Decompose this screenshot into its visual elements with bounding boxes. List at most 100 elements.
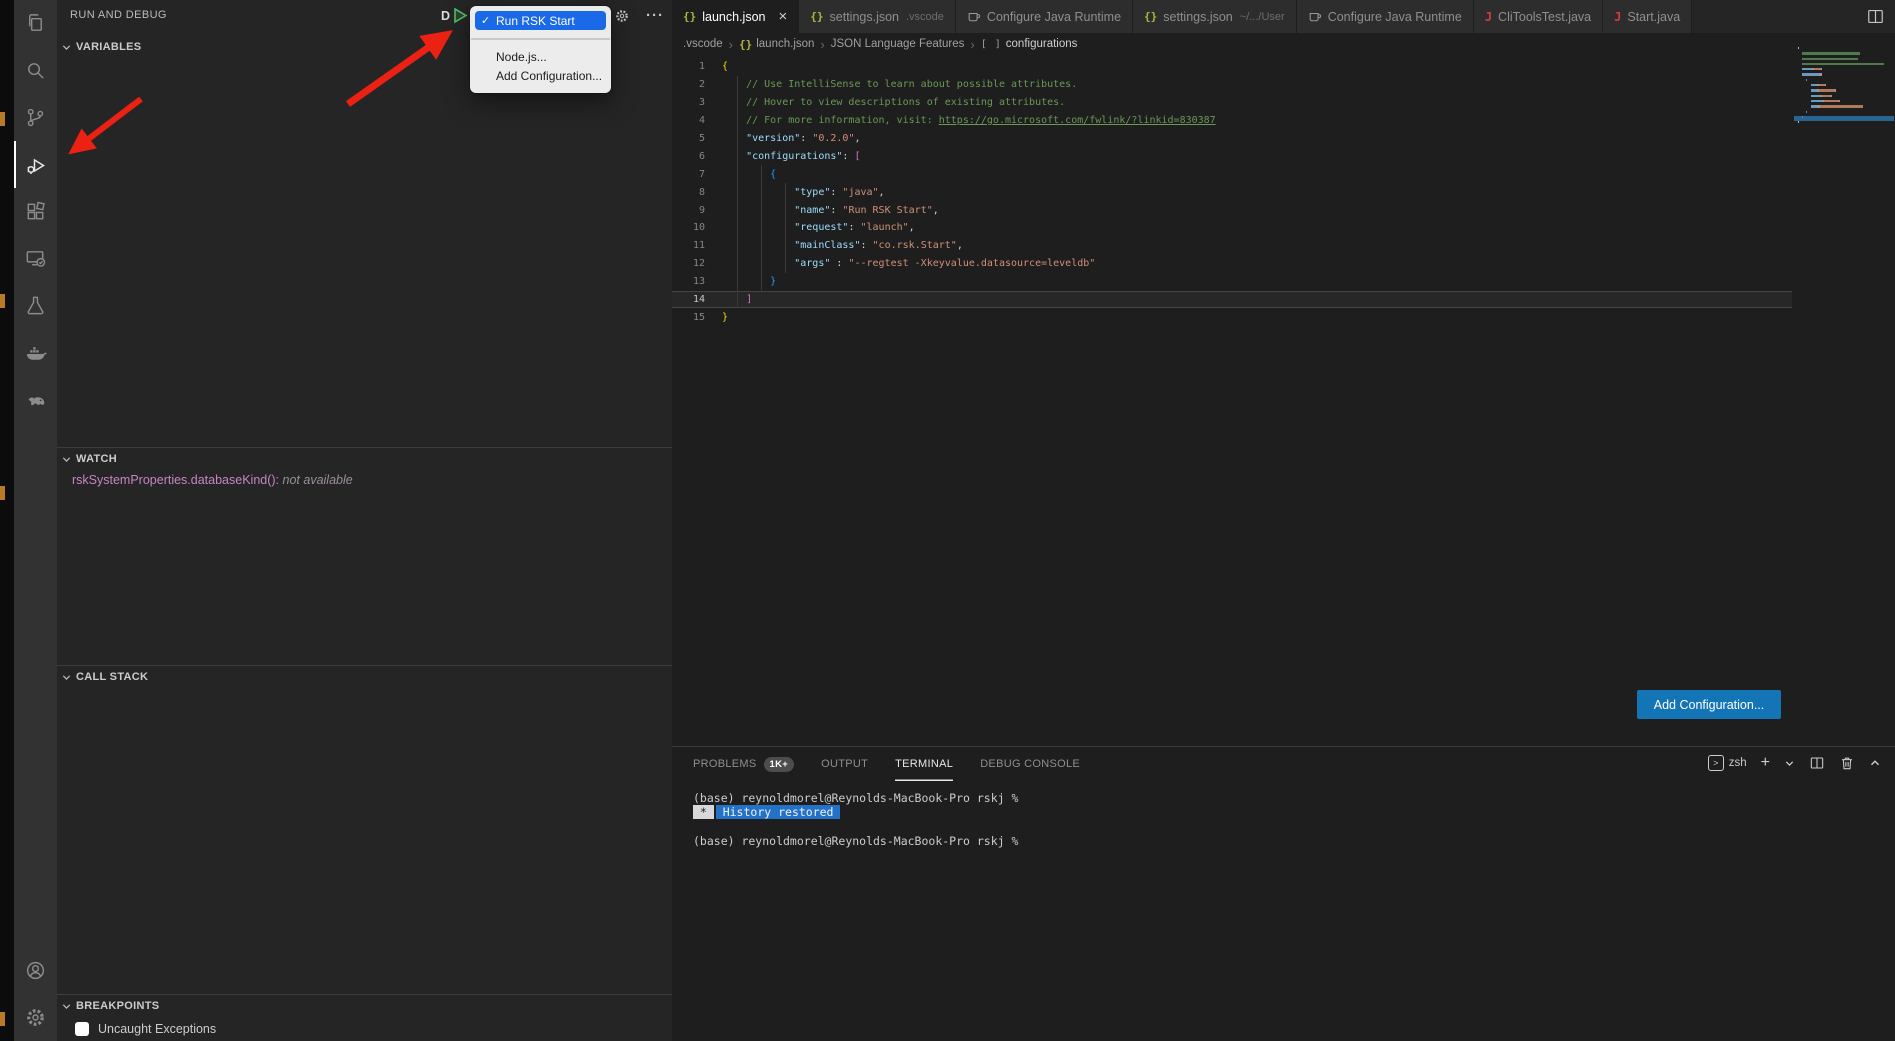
code-line[interactable]: 2 // Use IntelliSense to learn about pos… [672, 76, 1792, 94]
activity-remote-explorer[interactable] [14, 235, 57, 282]
json-file-icon: {} [810, 10, 823, 23]
editor-tab[interactable]: {}settings.json~/.../User [1133, 0, 1297, 33]
sidebar-title: RUN AND DEBUG [70, 9, 167, 21]
activity-accounts[interactable] [14, 947, 57, 994]
split-editor-icon[interactable] [1866, 7, 1885, 31]
dropdown-item[interactable]: Add Configuration... [470, 67, 611, 86]
call-stack-header[interactable]: CALL STACK [57, 666, 672, 688]
editor-tab[interactable]: {}settings.json.vscode [799, 0, 956, 33]
dropdown-item[interactable]: Node.js... [470, 48, 611, 67]
uncaught-exceptions-checkbox[interactable] [75, 1022, 89, 1036]
editor-region: {}launch.json×{}settings.json.vscodeConf… [672, 0, 1895, 1041]
editor-tab[interactable]: {}launch.json× [672, 0, 799, 33]
docker-whale-icon [24, 341, 48, 365]
split-terminal-icon[interactable] [1809, 755, 1825, 771]
watch-expression: rskSystemProperties.databaseKind(): [72, 473, 279, 487]
line-number: 3 [672, 97, 722, 108]
code-line[interactable]: 10 "request": "launch", [672, 219, 1792, 237]
minimap-line [1798, 95, 1890, 97]
terminal-output[interactable]: (base) reynoldmorel@Reynolds-MacBook-Pro… [672, 781, 1895, 848]
activity-source-control[interactable] [14, 94, 57, 141]
dropdown-item[interactable]: ✓Run RSK Start [475, 11, 606, 30]
activity-search[interactable] [14, 47, 57, 94]
activity-testing[interactable] [14, 282, 57, 329]
close-tab-icon[interactable]: × [779, 12, 788, 22]
code-line[interactable]: 9 "name": "Run RSK Start", [672, 201, 1792, 219]
bottom-panel: PROBLEMS1K+ OUTPUT TERMINAL DEBUG CONSOLE >… [672, 746, 1895, 1041]
line-number: 11 [672, 240, 722, 251]
trash-icon[interactable] [1839, 755, 1855, 771]
code-line[interactable]: 3 // Hover to view descriptions of exist… [672, 94, 1792, 112]
code-line[interactable]: 15} [672, 308, 1792, 326]
section-label: VARIABLES [76, 41, 141, 53]
gear-icon[interactable] [614, 8, 630, 24]
editor-tab[interactable]: Configure Java Runtime [1297, 0, 1474, 33]
breadcrumb-item[interactable]: {}launch.json [739, 38, 814, 51]
line-number: 9 [672, 205, 722, 216]
breakpoints-header[interactable]: BREAKPOINTS [57, 995, 672, 1017]
editor-tab[interactable]: JCliToolsTest.java [1474, 0, 1603, 33]
shell-selector[interactable]: > zsh [1708, 755, 1747, 771]
add-configuration-button[interactable]: Add Configuration... [1637, 690, 1781, 719]
activity-manage[interactable] [14, 994, 57, 1041]
code-line[interactable]: 8 "type": "java", [672, 183, 1792, 201]
line-number: 4 [672, 115, 722, 126]
json-file-icon: {} [683, 10, 696, 23]
breakpoints-section: BREAKPOINTS Uncaught Exceptions [57, 994, 672, 1036]
history-restored-badge: History restored [716, 805, 841, 819]
code-line[interactable]: 1{ [672, 58, 1792, 76]
code-area[interactable]: 1{2 // Use IntelliSense to learn about p… [672, 55, 1792, 326]
editor-tab[interactable]: Configure Java Runtime [956, 0, 1133, 33]
minimap-line [1798, 105, 1890, 107]
dropdown-separator [471, 38, 610, 40]
panel-tab[interactable]: TERMINAL [895, 747, 953, 781]
minimap-line [1798, 100, 1890, 102]
code-line[interactable]: 12 "args" : "--regtest -Xkeyvalue.dataso… [672, 255, 1792, 273]
minimap-line [1798, 89, 1890, 91]
code-line[interactable]: 11 "mainClass": "co.rsk.Start", [672, 237, 1792, 255]
panel-tab[interactable]: OUTPUT [821, 747, 868, 781]
code-line[interactable]: 5 "version": "0.2.0", [672, 130, 1792, 148]
line-number: 5 [672, 133, 722, 144]
chevron-down-icon[interactable] [1784, 758, 1795, 769]
account-icon [24, 959, 47, 982]
watch-header[interactable]: WATCH [57, 448, 672, 470]
breakpoint-label: Uncaught Exceptions [98, 1022, 216, 1036]
panel-tab[interactable]: PROBLEMS1K+ [693, 747, 794, 781]
activity-bar-bottom [14, 947, 57, 1041]
activity-gradle[interactable] [14, 376, 57, 423]
activity-run-and-debug[interactable] [14, 141, 57, 188]
check-icon: ✓ [481, 14, 490, 27]
code-line[interactable]: 6 "configurations": [ [672, 147, 1792, 165]
watch-expression-row[interactable]: rskSystemProperties.databaseKind(): not … [72, 473, 672, 487]
code-line[interactable]: 4 // For more information, visit: https:… [672, 112, 1792, 130]
line-number: 7 [672, 169, 722, 180]
chevron-down-icon [61, 672, 72, 683]
java-file-icon: J [1485, 10, 1492, 24]
section-label: WATCH [76, 453, 117, 465]
activity-extensions[interactable] [14, 188, 57, 235]
minimap-line [1798, 68, 1890, 70]
code-line[interactable]: 14 ] [672, 291, 1792, 309]
debug-label-partial: D [441, 9, 450, 23]
section-label: BREAKPOINTS [76, 1000, 159, 1012]
breadcrumb-item[interactable]: .vscode [683, 38, 723, 50]
section-label: CALL STACK [76, 671, 148, 683]
activity-explorer[interactable] [14, 0, 57, 47]
more-actions-icon[interactable]: ··· [646, 11, 664, 21]
terminal-line [693, 819, 1895, 833]
minimap[interactable] [1798, 47, 1890, 126]
code-line[interactable]: 13 } [672, 273, 1792, 291]
chevron-up-icon[interactable] [1869, 757, 1881, 769]
code-line[interactable]: 7 { [672, 165, 1792, 183]
play-icon[interactable] [453, 7, 468, 24]
debug-config-dropdown: ✓Run RSK Start Node.js...Add Configuratio… [470, 6, 611, 93]
watch-section: WATCH rskSystemProperties.databaseKind()… [57, 447, 672, 487]
panel-tab[interactable]: DEBUG CONSOLE [980, 747, 1080, 781]
breadcrumb-item[interactable]: [ ]configurations [981, 38, 1078, 50]
editor-tab[interactable]: JStart.java [1603, 0, 1692, 33]
new-terminal-icon[interactable]: + [1761, 757, 1770, 769]
breadcrumb-item[interactable]: JSON Language Features [831, 38, 965, 50]
line-number: 13 [672, 276, 722, 287]
activity-docker[interactable] [14, 329, 57, 376]
